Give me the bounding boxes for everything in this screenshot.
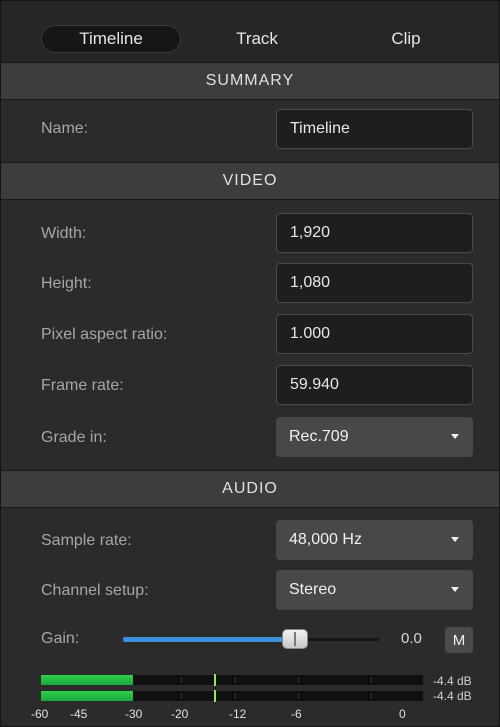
meter-db-right: -4.4 dB	[433, 689, 472, 703]
meter-tick	[235, 677, 236, 683]
meter-scale-label: -6	[291, 707, 302, 721]
meter-scale-label: 0	[399, 707, 406, 721]
grade-in-value: Rec.709	[289, 428, 349, 445]
meter-scale-label: -30	[125, 707, 143, 721]
meter-peak-left	[214, 674, 216, 686]
meter-tick	[371, 677, 372, 683]
meter-tick	[235, 693, 236, 699]
width-field[interactable]: 1,920	[276, 213, 473, 253]
height-label: Height:	[41, 275, 92, 292]
meter-scale-label: -20	[171, 707, 189, 721]
sample-rate-select[interactable]: 48,000 Hz	[276, 520, 473, 560]
meter-tick	[181, 693, 182, 699]
meter-tick	[181, 677, 182, 683]
gain-slider-thumb[interactable]	[281, 629, 308, 649]
channel-setup-select[interactable]: Stereo	[276, 570, 473, 610]
grade-in-label: Grade in:	[41, 429, 107, 446]
tab-timeline[interactable]: Timeline	[41, 25, 181, 53]
pixel-aspect-ratio-label: Pixel aspect ratio:	[41, 326, 168, 343]
tab-clip[interactable]: Clip	[341, 25, 471, 53]
tab-track[interactable]: Track	[197, 25, 317, 53]
chevron-down-icon	[451, 434, 459, 439]
mute-button[interactable]: M	[445, 627, 473, 653]
sample-rate-label: Sample rate:	[41, 532, 132, 549]
meter-tick	[298, 693, 299, 699]
name-field[interactable]: Timeline	[276, 109, 473, 149]
section-header-summary[interactable]: SUMMARY	[1, 62, 499, 100]
section-header-audio[interactable]: AUDIO	[1, 470, 499, 508]
frame-rate-label: Frame rate:	[41, 377, 124, 394]
name-label: Name:	[41, 120, 89, 137]
meter-scale-label: -12	[229, 707, 247, 721]
meter-db-left: -4.4 dB	[433, 674, 472, 688]
chevron-down-icon	[451, 587, 459, 592]
sample-rate-value: 48,000 Hz	[289, 531, 362, 548]
gain-label: Gain:	[41, 630, 80, 647]
meter-scale-label: -60	[31, 707, 49, 721]
meter-level-left	[41, 675, 133, 685]
audio-meter-right	[41, 690, 423, 702]
tab-bar: Timeline Track Clip	[1, 1, 499, 63]
height-field[interactable]: 1,080	[276, 263, 473, 303]
pixel-aspect-ratio-field[interactable]: 1.000	[276, 314, 473, 354]
section-header-video[interactable]: VIDEO	[1, 162, 499, 200]
meter-peak-right	[214, 690, 216, 702]
width-label: Width:	[41, 225, 87, 242]
gain-value: 0.0	[401, 630, 422, 647]
gain-slider-fill	[123, 637, 295, 642]
meter-scale-label: -45	[70, 707, 88, 721]
meter-tick	[298, 677, 299, 683]
timeline-inspector-panel: Timeline Track Clip SUMMARY Name: Timeli…	[0, 0, 500, 727]
audio-meter-left	[41, 674, 423, 686]
channel-setup-value: Stereo	[289, 581, 337, 598]
meter-tick	[371, 693, 372, 699]
chevron-down-icon	[451, 537, 459, 542]
grade-in-select[interactable]: Rec.709	[276, 417, 473, 457]
channel-setup-label: Channel setup:	[41, 582, 149, 599]
frame-rate-field[interactable]: 59.940	[276, 365, 473, 405]
meter-level-right	[41, 691, 133, 701]
